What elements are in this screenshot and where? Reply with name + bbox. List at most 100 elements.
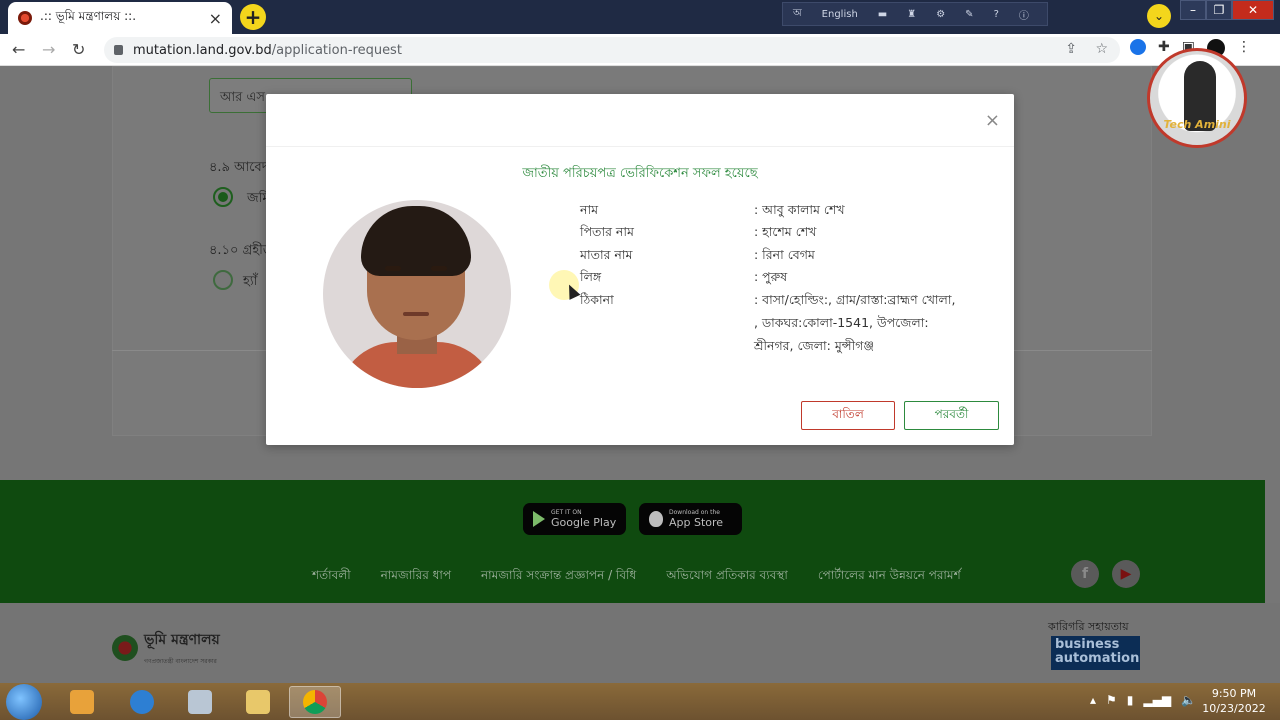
ba-line2: automation bbox=[1055, 651, 1140, 667]
footer-link-steps[interactable]: নামজারির ধাপ bbox=[381, 567, 451, 587]
url-host: mutation.land.gov.bd bbox=[133, 42, 272, 58]
forward-arrow-icon[interactable]: → bbox=[42, 40, 55, 59]
applicant-photo bbox=[323, 200, 511, 388]
next-button[interactable]: পরবর্তী bbox=[904, 401, 999, 430]
taskbar-media-player[interactable] bbox=[56, 686, 108, 718]
channel-watermark: Tech Amini bbox=[1147, 48, 1247, 148]
google-play-text: Google Play bbox=[551, 516, 617, 529]
footer-links-section: GET IT ON Google Play Download on the Ap… bbox=[0, 480, 1265, 603]
footer-link-terms[interactable]: শর্তাবলী bbox=[312, 567, 351, 587]
government-seal-icon bbox=[112, 635, 138, 661]
battery-icon[interactable]: ▮ bbox=[1127, 693, 1134, 707]
taskbar-internet-explorer[interactable] bbox=[116, 686, 168, 718]
taskbar-clock[interactable]: 9:50 PM 10/23/2022 bbox=[1200, 686, 1268, 716]
network-signal-icon[interactable]: ▂▄▆ bbox=[1143, 693, 1171, 707]
footer-bottom: ভূমি মন্ত্রণালয় গণপ্রজাতন্ত্রী বাংলাদেশ… bbox=[0, 603, 1280, 683]
browser-tab-strip: .:: ভূমি মন্ত্রণালয় ::. × + অ English ▬… bbox=[0, 0, 1280, 34]
tab-search-chevron-icon[interactable]: ⌄ bbox=[1147, 4, 1171, 28]
question-4-10-label: ৪.১০ গ্রহীত bbox=[209, 243, 273, 258]
father-name-label: পিতার নাম bbox=[580, 224, 634, 239]
window-close-button[interactable]: ✕ bbox=[1232, 0, 1274, 20]
cancel-button[interactable]: বাতিল bbox=[801, 401, 895, 430]
keyboard-icon[interactable]: ▬ bbox=[878, 9, 887, 20]
site-favicon-icon bbox=[18, 11, 32, 25]
volume-icon[interactable]: 🔈 bbox=[1181, 693, 1196, 707]
footer-links: শর্তাবলী নামজারির ধাপ নামজারি সংক্রান্ত … bbox=[312, 567, 961, 587]
tech-support-label: কারিগরি সহায়তায় bbox=[1048, 620, 1129, 633]
settings-icon[interactable]: ⚙ bbox=[936, 9, 945, 20]
ba-line1: business bbox=[1055, 637, 1120, 652]
ministry-logo[interactable]: ভূমি মন্ত্রণালয় গণপ্রজাতন্ত্রী বাংলাদেশ… bbox=[112, 629, 220, 667]
name-label: নাম bbox=[580, 202, 599, 217]
windows-taskbar: ▴ ⚑ ▮ ▂▄▆ 🔈 9:50 PM 10/23/2022 bbox=[0, 683, 1280, 720]
bookmark-star-icon[interactable]: ☆ bbox=[1095, 41, 1108, 57]
flag-icon[interactable]: ⚑ bbox=[1106, 693, 1117, 707]
clock-date: 10/23/2022 bbox=[1202, 702, 1266, 715]
system-tray: ▴ ⚑ ▮ ▂▄▆ 🔈 bbox=[1090, 693, 1196, 707]
address-label: ঠিকানা bbox=[580, 292, 614, 307]
chrome-icon bbox=[303, 690, 327, 714]
address-value-line1: : বাসা/হোল্ডিং:, গ্রাম/রাস্তা:ব্রাহ্মণ খ… bbox=[754, 292, 956, 307]
mother-name-value: : রিনা বেগম bbox=[754, 247, 815, 262]
gender-label: লিঙ্গ bbox=[580, 269, 602, 284]
info-icon[interactable]: ⓘ bbox=[1019, 7, 1029, 22]
address-bar-row: ← → ↻ mutation.land.gov.bd/application-r… bbox=[0, 34, 1280, 66]
ime-language-label[interactable]: English bbox=[822, 9, 858, 20]
nid-verification-modal: × জাতীয় পরিচয়পত্র ভেরিফিকেশন সফল হয়েছ… bbox=[266, 94, 1014, 445]
taskbar-computer[interactable] bbox=[174, 686, 226, 718]
minimize-button[interactable]: – bbox=[1180, 0, 1206, 20]
browser-tab[interactable]: .:: ভূমি মন্ত্রণালয় ::. × bbox=[8, 2, 232, 34]
gender-value: : পুরুষ bbox=[754, 269, 788, 284]
q410-radio-yes[interactable] bbox=[213, 270, 233, 290]
footer-link-notices[interactable]: নামজারি সংক্রান্ত প্রজ্ঞাপন / বিধি bbox=[481, 567, 636, 587]
modal-header-divider bbox=[266, 146, 1014, 147]
url-input[interactable]: mutation.land.gov.bd/application-request… bbox=[104, 37, 1120, 63]
url-path: /application-request bbox=[271, 42, 402, 58]
facebook-icon[interactable]: f bbox=[1071, 560, 1099, 588]
maximize-button[interactable]: ❐ bbox=[1206, 0, 1232, 20]
clock-time: 9:50 PM bbox=[1211, 687, 1257, 700]
language-toolbar: অ English ▬ ♜ ⚙ ✎ ? ⓘ bbox=[782, 2, 1048, 26]
google-play-icon bbox=[533, 511, 545, 527]
father-name-value: : হাশেম শেখ bbox=[754, 224, 817, 239]
google-play-button[interactable]: GET IT ON Google Play bbox=[523, 503, 626, 535]
tray-expand-icon[interactable]: ▴ bbox=[1090, 693, 1096, 707]
name-value: : আবু কালাম শেখ bbox=[754, 202, 845, 217]
address-value-line3: শ্রীনগর, জেলা: মুন্সীগঞ্জ bbox=[754, 338, 875, 353]
help-icon[interactable]: ? bbox=[994, 9, 999, 20]
modal-title: জাতীয় পরিচয়পত্র ভেরিফিকেশন সফল হয়েছে bbox=[522, 166, 758, 181]
apple-icon bbox=[649, 511, 663, 527]
ime-bangla-icon[interactable]: অ bbox=[793, 6, 802, 23]
start-button[interactable] bbox=[6, 684, 42, 720]
taskbar-chrome[interactable] bbox=[289, 686, 341, 718]
business-automation-logo[interactable]: business automation bbox=[1051, 636, 1140, 670]
q49-radio-selected[interactable] bbox=[213, 187, 233, 207]
ministry-name: ভূমি মন্ত্রণালয় bbox=[144, 632, 220, 648]
footer-link-grievance[interactable]: অভিযোগ প্রতিকার ব্যবস্থা bbox=[666, 567, 788, 587]
q410-option-label: হ্যাঁ bbox=[243, 274, 258, 289]
watermark-text: Tech Amini bbox=[1163, 118, 1231, 131]
computer-icon bbox=[188, 690, 212, 714]
tab-close-icon[interactable]: × bbox=[209, 9, 222, 28]
puzzle-icon[interactable]: ✚ bbox=[1158, 39, 1170, 57]
tools-icon[interactable]: ♜ bbox=[907, 9, 916, 20]
app-store-button[interactable]: Download on the App Store bbox=[639, 503, 742, 535]
back-arrow-icon[interactable]: ← bbox=[12, 40, 25, 59]
internet-explorer-icon bbox=[130, 690, 154, 714]
folder-icon bbox=[246, 690, 270, 714]
share-icon[interactable]: ⇪ bbox=[1065, 41, 1077, 57]
ministry-subtitle: গণপ্রজাতন্ত্রী বাংলাদেশ সরকার bbox=[144, 658, 217, 665]
address-value-line2: , ডাকঘর:কোলা-1541, উপজেলা: bbox=[754, 315, 929, 330]
youtube-icon[interactable]: ▶ bbox=[1112, 560, 1140, 588]
app-store-small-text: Download on the bbox=[669, 509, 720, 516]
question-4-9-label: ৪.৯ আবেদ bbox=[209, 160, 269, 175]
menu-dots-icon[interactable]: ⋮ bbox=[1237, 39, 1251, 57]
extension-icon[interactable] bbox=[1130, 39, 1146, 55]
new-tab-button[interactable]: + bbox=[240, 4, 266, 30]
edit-icon[interactable]: ✎ bbox=[965, 9, 973, 20]
modal-close-icon[interactable]: × bbox=[985, 110, 1000, 131]
taskbar-explorer[interactable] bbox=[232, 686, 284, 718]
footer-link-feedback[interactable]: পোর্টালের মান উন্নয়নে পরামর্শ bbox=[818, 567, 961, 587]
reload-icon[interactable]: ↻ bbox=[72, 40, 85, 59]
lock-icon[interactable] bbox=[114, 45, 123, 55]
